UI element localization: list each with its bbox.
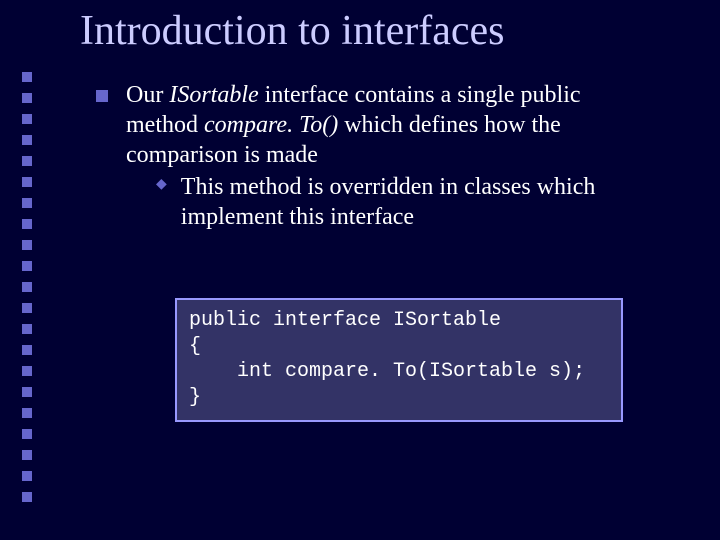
code-block: public interface ISortable { int compare… [175, 298, 623, 422]
deco-square [22, 324, 32, 334]
deco-square [22, 282, 32, 292]
deco-square [22, 450, 32, 460]
deco-square [22, 219, 32, 229]
text-italic: ISortable [169, 82, 258, 108]
deco-square [22, 387, 32, 397]
deco-square [22, 240, 32, 250]
deco-square [22, 156, 32, 166]
bullet-level1: Our ISortable interface contains a singl… [96, 80, 656, 232]
code-line: { [189, 335, 201, 358]
code-line: int compare. To(ISortable s); [189, 360, 585, 383]
deco-square [22, 429, 32, 439]
deco-square [22, 261, 32, 271]
deco-square [22, 93, 32, 103]
deco-square [22, 72, 32, 82]
deco-square [22, 177, 32, 187]
slide: Introduction to interfaces Our ISortable… [0, 0, 720, 540]
deco-square [22, 345, 32, 355]
bullet-level2: ◆ This method is overridden in classes w… [156, 172, 656, 232]
slide-title: Introduction to interfaces [80, 8, 505, 54]
deco-square [22, 408, 32, 418]
deco-square [22, 198, 32, 208]
text-italic: compare. To() [204, 112, 338, 138]
text-segment: Our [126, 82, 169, 108]
code-line: public interface ISortable [189, 309, 501, 332]
deco-square [22, 135, 32, 145]
square-bullet-icon [96, 90, 108, 102]
subbullet-text: This method is overridden in classes whi… [181, 172, 656, 232]
deco-square [22, 114, 32, 124]
bullet-text: Our ISortable interface contains a singl… [126, 80, 656, 232]
deco-square [22, 471, 32, 481]
deco-square [22, 366, 32, 376]
code-line: } [189, 386, 201, 409]
body-text: Our ISortable interface contains a singl… [96, 80, 656, 232]
diamond-bullet-icon: ◆ [156, 178, 167, 192]
side-decoration [22, 72, 32, 502]
deco-square [22, 492, 32, 502]
deco-square [22, 303, 32, 313]
